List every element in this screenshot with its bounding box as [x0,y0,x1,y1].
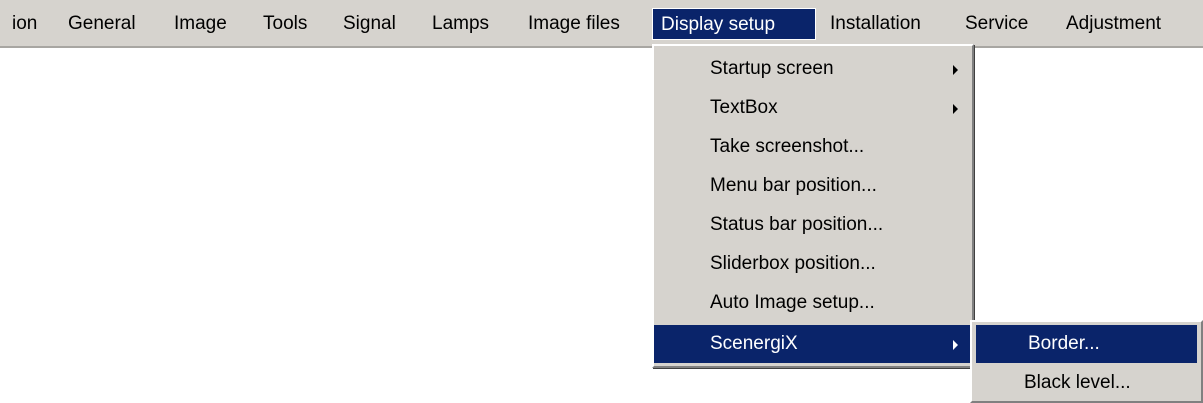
menu-item-label: ScenergiX [710,333,798,354]
menu-item-auto-image-setup[interactable]: Auto Image setup... [654,284,972,322]
menu-item-label: Sliderbox position... [710,253,876,274]
menu-adjustment[interactable]: Adjustment [1058,8,1169,40]
menu-item-label: Menu bar position... [710,175,877,196]
submenu-arrow-icon [953,65,958,75]
menu-item-status-bar-position[interactable]: Status bar position... [654,206,972,244]
menu-item-label: Status bar position... [710,214,884,235]
menu-item-scenergix[interactable]: ScenergiX [654,325,972,363]
menu-display-setup[interactable]: Display setup [652,8,816,40]
menu-item-label: Border... [1028,333,1100,354]
menu-item-label: TextBox [710,97,778,118]
display-setup-menu: Startup screen TextBox Take screenshot..… [652,44,974,368]
menu-item-take-screenshot[interactable]: Take screenshot... [654,128,972,166]
menu-item-sliderbox-position[interactable]: Sliderbox position... [654,245,972,283]
menu-item-black-level[interactable]: Black level... [972,364,1201,402]
menu-image-files[interactable]: Image files [520,8,628,40]
menu-bar: ion General Image Tools Signal Lamps Ima… [0,0,1203,48]
menu-tools[interactable]: Tools [255,8,315,40]
menu-item-label: Take screenshot... [710,136,865,157]
scenergix-submenu: Border... Black level... [970,320,1203,403]
menu-image[interactable]: Image [166,8,235,40]
menu-item-label: Black level... [1024,372,1131,393]
menu-lamps[interactable]: Lamps [424,8,497,40]
menu-item-label: Auto Image setup... [710,292,875,313]
menu-item-menu-bar-position[interactable]: Menu bar position... [654,167,972,205]
menu-service[interactable]: Service [957,8,1036,40]
menu-item-border[interactable]: Border... [976,325,1197,363]
menu-signal[interactable]: Signal [335,8,404,40]
menu-item-startup-screen[interactable]: Startup screen [654,50,972,88]
submenu-arrow-icon [953,104,958,114]
menu-item-textbox[interactable]: TextBox [654,89,972,127]
submenu-arrow-icon [953,340,958,350]
menu-general[interactable]: General [60,8,144,40]
menu-installation[interactable]: Installation [822,8,929,40]
menu-ion[interactable]: ion [4,8,45,40]
menu-item-label: Startup screen [710,58,834,79]
